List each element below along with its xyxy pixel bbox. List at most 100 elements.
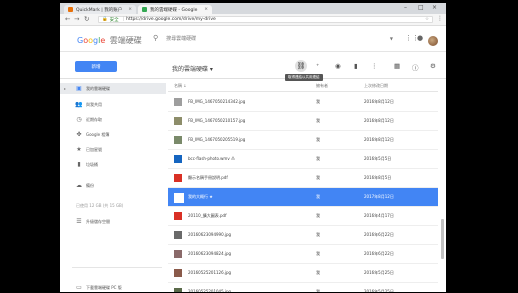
cloud-icon: ☁ (76, 182, 82, 189)
trash-icon: ▮ (77, 161, 81, 168)
pinwheel-icon: ✤ (76, 131, 82, 138)
sidebar-item-starred[interactable]: ★ 已加星號 (60, 144, 166, 155)
more-icon[interactable]: ⋮ (371, 62, 378, 70)
sidebar-item-shared[interactable]: 👥 與我共用 (60, 99, 166, 110)
grid-view-icon[interactable]: ▦ (394, 62, 400, 70)
table-row[interactable]: bcc-flash-photo.wmv ⁂ 我 2016年5月5日 (168, 150, 438, 169)
file-owner: 我 (316, 232, 320, 237)
divider (72, 267, 162, 268)
clock-icon: ◷ (76, 116, 82, 123)
table-row[interactable]: 20110_擴大圖表.pdf 我 2016年4月17日 (168, 207, 438, 226)
file-modified-date: 2016年5月5日 (364, 156, 392, 161)
tab-drive[interactable]: 我的雲端硬碟 - Google × (138, 5, 212, 14)
download-drive-pc-link[interactable]: ▭ 下載雲端硬碟 PC 版 (60, 282, 166, 292)
table-row[interactable]: 20160623094824.jpg 我 2016年6月22日 (168, 245, 438, 264)
sidebar: ▸ ▣ 我的雲端硬碟 👥 與我共用 ◷ 近期存取 ✤ Google 相簿 ★ 已… (60, 79, 168, 292)
scrollbar[interactable] (441, 219, 444, 259)
sidebar-item-trash[interactable]: ▮ 垃圾桶 (60, 159, 166, 170)
image-file-icon (174, 269, 182, 277)
storage-usage: 已使用 12 GB (共 15 GB) (76, 203, 124, 208)
file-modified-date: 2016年6月22日 (364, 232, 394, 237)
file-name: 20160623094990.jpg (188, 232, 232, 237)
table-row[interactable]: 20160623094990.jpg 我 2016年6月22日 (168, 226, 438, 245)
url-input[interactable]: 🔒 安全 | https://drive.google.com/drive/my… (98, 16, 433, 23)
file-modified-date: 2016年6月22日 (364, 251, 394, 256)
settings-icon[interactable]: ⚙ (430, 62, 436, 70)
sidebar-item-backups[interactable]: ☁ 備份 (60, 180, 166, 191)
file-owner: 我 (316, 137, 320, 142)
search-icon[interactable]: ⚲ (153, 34, 158, 42)
table-row[interactable]: 顯示名稱手冊說明.pdf 我 2016年8月5日 (168, 169, 438, 188)
table-row[interactable]: 20160525201045.jpg 我 2016年5月25日 (168, 283, 438, 292)
pdf-file-icon (174, 174, 182, 182)
file-modified-date: 2016年8月12日 (364, 99, 394, 104)
upgrade-storage-link[interactable]: ☰ 升級儲存空間 (60, 216, 166, 227)
menu-icon: ☰ (76, 218, 82, 225)
search-placeholder: 搜尋雲端硬碟 (166, 35, 197, 42)
file-name: 20110_擴大圖表.pdf (188, 213, 227, 218)
table-header: 名稱 ↓ 擁有者 上次修改日期 (168, 79, 438, 92)
trash-icon[interactable]: ▮ (354, 62, 358, 70)
close-icon[interactable]: × (125, 7, 132, 12)
search-options-icon[interactable]: ▼ (390, 36, 393, 41)
minimize-icon[interactable]: – (404, 4, 407, 11)
image-file-icon (174, 288, 182, 292)
drive-toolbar: 新增 我的雲端硬碟 ▾ ⛓ ⁺ ◉ ▮ ⋮ ▦ ⓘ ⚙ 取得連結以共用連結 (60, 52, 446, 81)
security-label: 安全 (109, 17, 119, 23)
lock-icon: 🔒 (102, 17, 108, 22)
image-file-icon (174, 250, 182, 258)
forward-icon[interactable]: → (74, 15, 79, 23)
tab-quickmark[interactable]: QuickMark | 我的账户 × (64, 5, 136, 14)
file-owner: 我 (316, 213, 320, 218)
column-header-owner: 擁有者 (316, 83, 328, 88)
file-modified-date: 2016年8月12日 (364, 137, 394, 142)
file-list: 名稱 ↓ 擁有者 上次修改日期 FB_IMG_1467050214342.jpg… (168, 79, 446, 292)
new-button[interactable]: 新增 (75, 61, 117, 72)
bookmark-star-icon[interactable]: ☆ (425, 17, 429, 22)
back-icon[interactable]: ← (65, 15, 70, 23)
reload-icon[interactable]: ↻ (84, 15, 89, 23)
share-icon[interactable]: ⁺ (316, 62, 319, 70)
close-window-icon[interactable]: × (432, 4, 437, 11)
expand-arrow-icon[interactable]: ▸ (64, 86, 66, 91)
file-modified-date: 2016年8月5日 (364, 175, 392, 180)
file-name: 20160525201126.jpg (188, 270, 232, 275)
preview-icon[interactable]: ◉ (335, 62, 341, 70)
table-row[interactable]: 20160525201126.jpg 我 2016年5月25日 (168, 264, 438, 283)
avatar[interactable] (428, 36, 438, 46)
file-owner: 我 (316, 175, 320, 180)
maximize-icon[interactable]: □ (418, 4, 424, 11)
file-name: 我的大概行 ★ (188, 194, 213, 199)
star-icon: ★ (76, 146, 82, 153)
file-owner: 我 (316, 156, 320, 161)
drive-favicon (142, 7, 147, 12)
file-modified-date: 2016年8月12日 (364, 118, 394, 123)
image-file-icon (174, 117, 182, 125)
url-text: https://drive.google.com/drive/my-drive (126, 17, 216, 22)
file-owner: 我 (316, 270, 320, 275)
search-input[interactable]: ⚲ 搜尋雲端硬碟 ▼ (153, 32, 393, 44)
table-row[interactable]: FB_IMG_1467050205519.jpg 我 2016年8月12日 (168, 131, 438, 150)
close-icon[interactable]: × (201, 7, 208, 12)
sidebar-item-photos[interactable]: ✤ Google 相簿 (60, 129, 166, 140)
google-drive-logo[interactable]: Google 雲端硬碟 (77, 35, 142, 46)
file-name: 20160525201045.jpg (188, 289, 232, 292)
column-header-name[interactable]: 名稱 ↓ (174, 83, 187, 89)
info-icon[interactable]: ⓘ (412, 62, 419, 72)
pdf-file-icon (174, 212, 182, 220)
monitor-icon: ▭ (76, 284, 82, 291)
browser-menu-icon[interactable]: ⋮ (437, 15, 443, 22)
notifications-icon[interactable]: ● (417, 34, 423, 42)
file-modified-date: 2017年8月12日 (364, 194, 394, 199)
sidebar-item-my-drive[interactable]: ▸ ▣ 我的雲端硬碟 (60, 83, 166, 94)
product-name: 雲端硬碟 (109, 36, 142, 45)
video-file-icon (174, 155, 182, 163)
breadcrumb[interactable]: 我的雲端硬碟 ▾ (172, 64, 213, 73)
sidebar-item-recent[interactable]: ◷ 近期存取 (60, 114, 166, 125)
link-icon[interactable]: ⛓ (295, 60, 307, 72)
table-row[interactable]: FB_IMG_1467050214342.jpg 我 2016年8月12日 (168, 93, 438, 112)
table-row[interactable]: FB_IMG_1467050210157.jpg 我 2016年8月12日 (168, 112, 438, 131)
file-owner: 我 (316, 99, 320, 104)
file-name: 20160623094824.jpg (188, 251, 232, 256)
table-row[interactable]: 我的大概行 ★ 我 2017年8月12日 (168, 188, 438, 207)
